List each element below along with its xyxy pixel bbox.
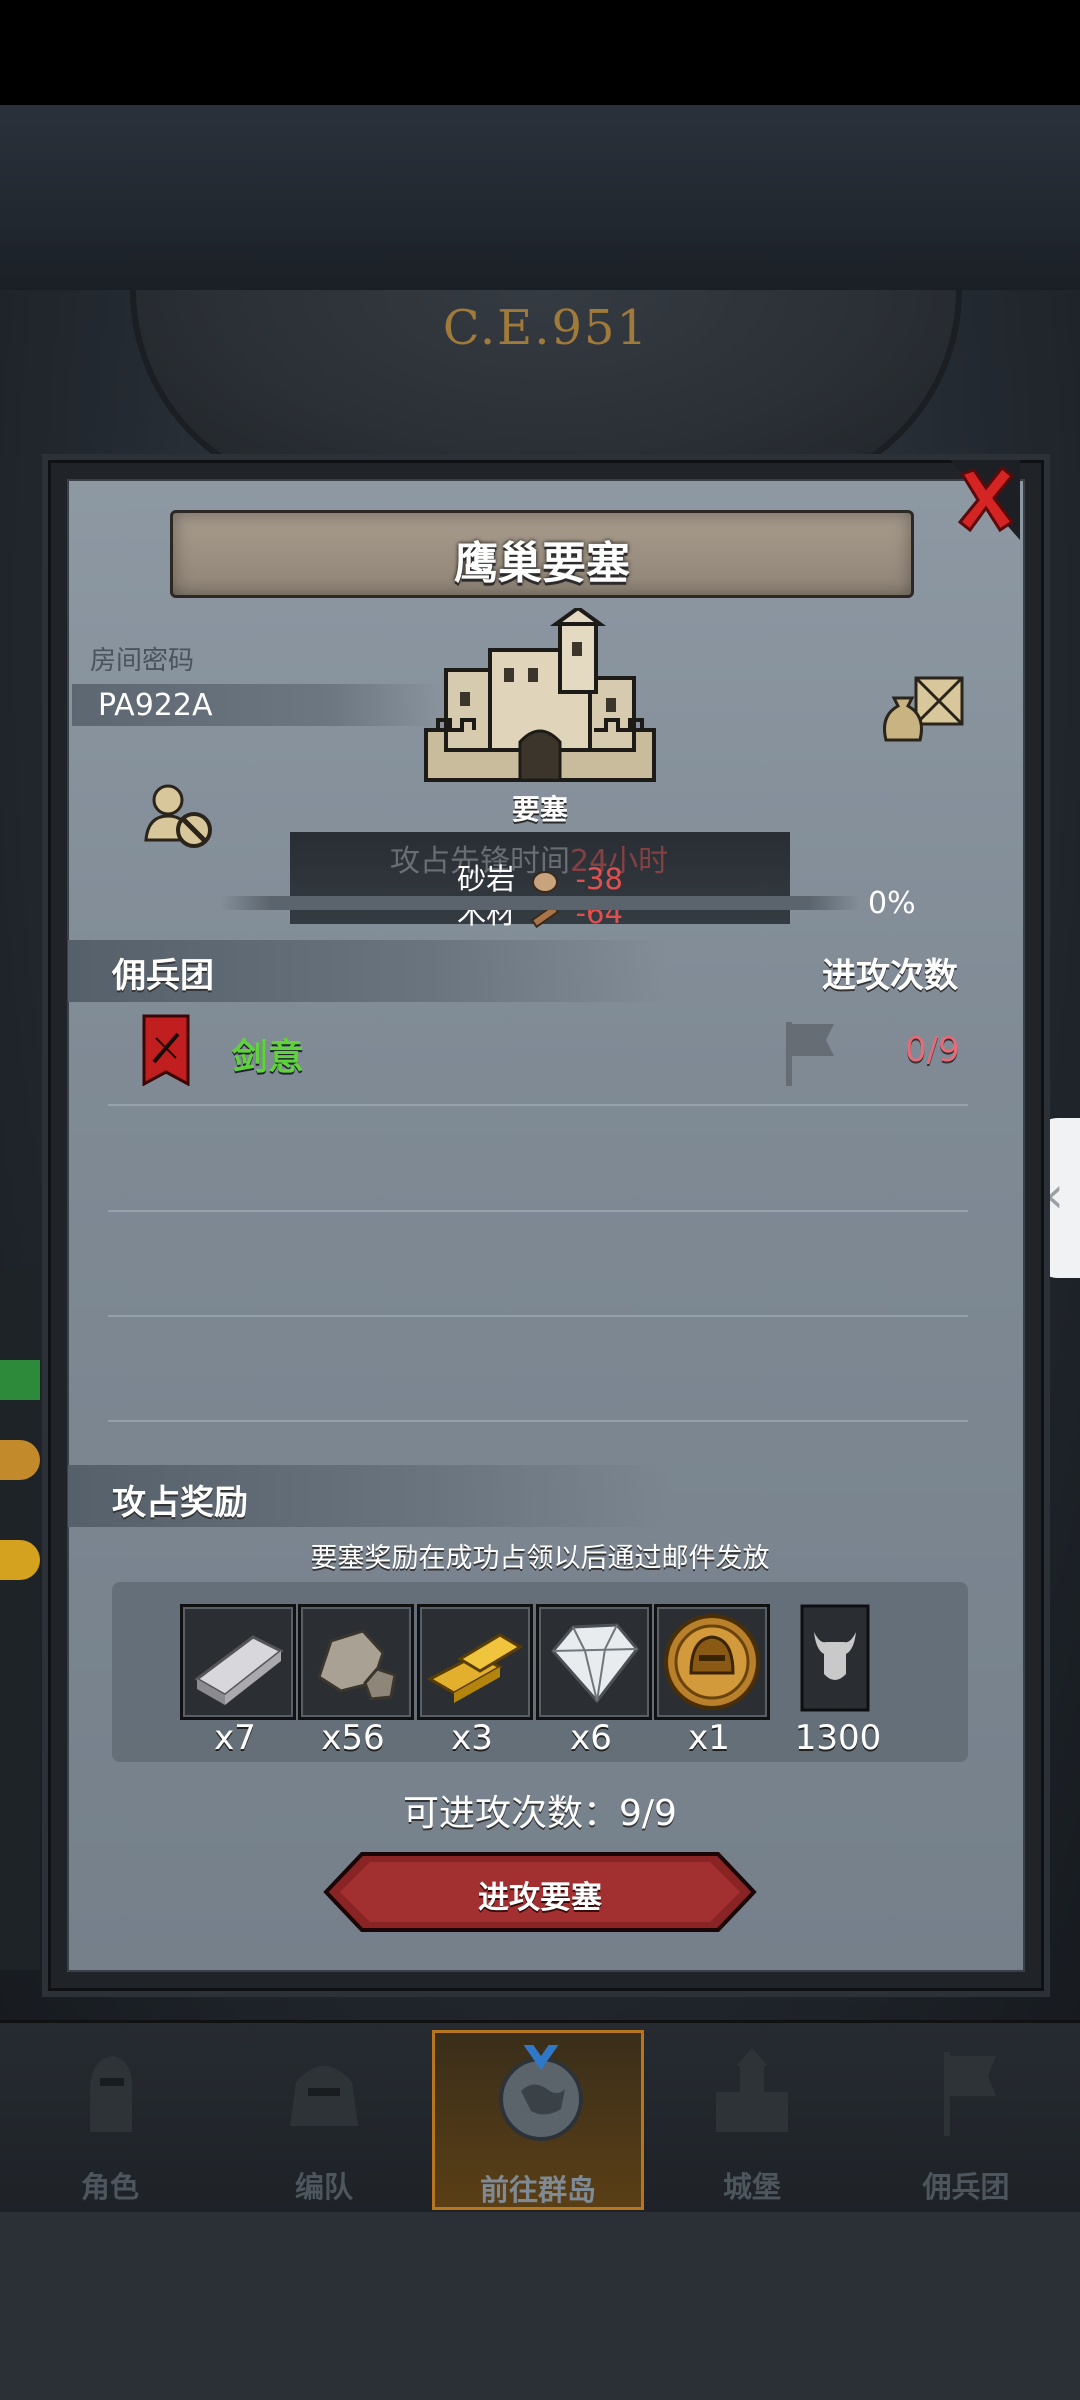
stone-ore-icon xyxy=(317,1629,397,1701)
nav-label: 城堡 xyxy=(722,2170,781,2204)
row-divider xyxy=(108,1315,968,1317)
reward-slot-diamond[interactable] xyxy=(536,1604,652,1720)
mercenary-icon xyxy=(944,2052,996,2136)
helmet-icon xyxy=(290,2066,358,2126)
reward-slot-silver[interactable] xyxy=(180,1604,296,1720)
reward-count: x7 xyxy=(214,1718,256,1758)
nav-item-mercenary[interactable]: 佣兵团 xyxy=(860,2030,1072,2210)
top-header-band xyxy=(0,105,1080,290)
attack-fortress-button[interactable]: 进攻要塞 xyxy=(322,1850,758,1934)
attack-button-label: 进攻要塞 xyxy=(478,1880,602,1916)
silver-ingot-icon xyxy=(194,1635,284,1705)
guild-name[interactable]: 剑意 xyxy=(232,1028,304,1080)
nav-label: 佣兵团 xyxy=(922,2170,1010,2204)
reward-count: x1 xyxy=(688,1718,730,1758)
title-banner: 鹰巢要塞 xyxy=(170,510,914,598)
nav-label: 角色 xyxy=(80,2170,139,2204)
nav-item-islands[interactable]: 前往群岛 xyxy=(432,2030,644,2210)
nav-item-formation[interactable]: 编队 xyxy=(218,2030,430,2210)
target-icon[interactable] xyxy=(0,1440,40,1480)
reward-note: 要塞奖励在成功占领以后通过邮件发放 xyxy=(310,1543,770,1574)
nav-item-castle[interactable]: 城堡 xyxy=(646,2030,858,2210)
row-divider xyxy=(108,1420,968,1422)
reward-section-title: 攻占奖励 xyxy=(112,1483,248,1523)
reward-count: 1300 xyxy=(794,1718,882,1758)
guild-section-title: 佣兵团 xyxy=(112,956,214,996)
dialog-title: 鹰巢要塞 xyxy=(454,538,630,589)
bull-banner-icon xyxy=(800,1604,870,1712)
chevron-left-icon: ‹ xyxy=(1044,1166,1064,1224)
diamond-icon xyxy=(551,1623,639,1704)
guild-attack-count: 0/9 xyxy=(905,1030,960,1070)
era-label: C.E.951 xyxy=(442,300,650,356)
reward-count: x6 xyxy=(570,1718,612,1758)
attack-count-title: 进攻次数 xyxy=(822,956,958,996)
gold-bars-icon xyxy=(426,1633,523,1703)
game-screen: C.E.951 ‹ 鹰巢要塞 房间密码 PA922A 要塞 攻占先锋时间24小时… xyxy=(0,0,1080,2400)
occupy-progress-bar xyxy=(220,896,860,910)
no-user-icon[interactable] xyxy=(142,782,216,852)
reward-count: x3 xyxy=(451,1718,493,1758)
room-code-value[interactable]: PA922A xyxy=(98,688,212,723)
reward-slot-banner[interactable] xyxy=(800,1604,870,1714)
room-code-label: 房间密码 xyxy=(90,646,195,676)
fortress-castle-icon xyxy=(424,608,656,782)
green-tag-icon[interactable] xyxy=(0,1360,40,1400)
knight-medal-icon xyxy=(664,1614,760,1710)
close-icon xyxy=(950,460,1020,540)
castle-icon xyxy=(716,2048,788,2132)
occupy-progress-percent: 0% xyxy=(868,886,916,921)
nav-item-role[interactable]: 角色 xyxy=(4,2030,216,2210)
reward-slot-medal[interactable] xyxy=(654,1604,770,1720)
reward-slot-stone[interactable] xyxy=(298,1604,414,1720)
status-bar xyxy=(0,0,1080,105)
reward-count: x56 xyxy=(321,1718,385,1758)
reward-slot-gold[interactable] xyxy=(417,1604,533,1720)
row-divider xyxy=(108,1210,968,1212)
guild-banner-icon xyxy=(142,1014,190,1086)
nav-label: 前往群岛 xyxy=(479,2173,596,2207)
supplies-icon[interactable] xyxy=(876,672,968,744)
bottom-background xyxy=(0,2212,1080,2400)
row-divider xyxy=(108,1104,968,1106)
flag-icon xyxy=(786,1022,834,1086)
left-hud-strip xyxy=(0,1270,40,1970)
knight-icon xyxy=(90,2056,133,2132)
compass-globe-icon xyxy=(499,2045,583,2141)
close-button[interactable] xyxy=(950,460,1020,540)
nav-label: 编队 xyxy=(294,2170,353,2204)
attack-times-remaining: 可进攻次数：9/9 xyxy=(403,1793,677,1834)
